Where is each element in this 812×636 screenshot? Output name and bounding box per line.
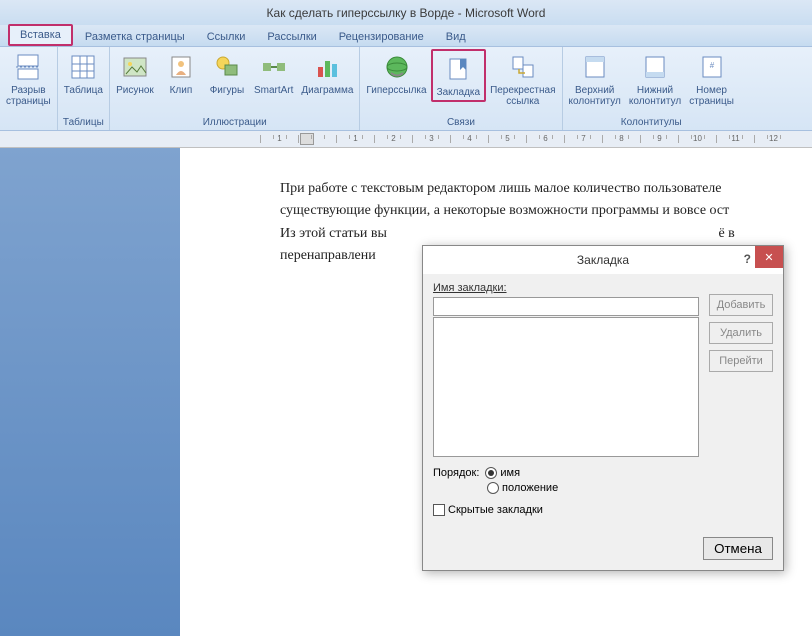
header-button[interactable]: Верхний колонтитул — [565, 49, 625, 109]
bookmark-name-label: Имя закладки: — [433, 282, 773, 294]
cancel-button[interactable]: Отмена — [703, 537, 773, 560]
order-position-radio[interactable]: положение — [487, 482, 558, 494]
ribbon: Разрыв страницы Таблица Таблицы Рисунок … — [0, 47, 812, 131]
bookmark-list[interactable] — [433, 317, 699, 457]
page-break-button[interactable]: Разрыв страницы — [2, 49, 55, 109]
close-button[interactable]: ✕ — [755, 246, 783, 268]
footer-button[interactable]: Нижний колонтитул — [625, 49, 685, 109]
checkbox-icon — [433, 504, 445, 516]
bookmark-name-input[interactable] — [433, 297, 699, 316]
group-pagebreak: Разрыв страницы — [0, 47, 58, 130]
group-illustrations: Рисунок Клип Фигуры SmartArt Диаграмма И… — [110, 47, 360, 130]
clip-button[interactable]: Клип — [158, 49, 204, 98]
table-button[interactable]: Таблица — [60, 49, 107, 98]
smartart-button[interactable]: SmartArt — [250, 49, 297, 98]
shapes-icon — [211, 51, 243, 83]
group-tables: Таблица Таблицы — [58, 47, 110, 130]
titlebar: Как сделать гиперссылку в Ворде - Micros… — [0, 0, 812, 25]
order-label: Порядок: — [433, 467, 479, 479]
group-headerfooter: Верхний колонтитул Нижний колонтитул # Н… — [563, 47, 740, 130]
add-button[interactable]: Добавить — [709, 294, 773, 316]
header-icon — [579, 51, 611, 83]
chart-button[interactable]: Диаграмма — [297, 49, 357, 98]
radio-icon — [485, 467, 497, 479]
crossref-button[interactable]: Перекрестная ссылка — [486, 49, 559, 109]
table-icon — [67, 51, 99, 83]
picture-button[interactable]: Рисунок — [112, 49, 158, 98]
page-break-icon — [12, 51, 44, 83]
tab-review[interactable]: Рецензирование — [329, 28, 434, 46]
shapes-button[interactable]: Фигуры — [204, 49, 250, 98]
tab-references[interactable]: Ссылки — [197, 28, 256, 46]
horizontal-ruler[interactable]: 1 1 2 3 4 5 6 7 8 9 10 11 12 — [0, 131, 812, 148]
order-name-radio[interactable]: имя — [485, 467, 520, 479]
navigation-pane[interactable] — [0, 148, 180, 636]
radio-icon — [487, 482, 499, 494]
tab-page-layout[interactable]: Разметка страницы — [75, 28, 195, 46]
bookmark-icon — [442, 53, 474, 85]
sort-order-row: Порядок: имя — [433, 467, 773, 479]
picture-icon — [119, 51, 151, 83]
pagenum-button[interactable]: # Номер страницы — [685, 49, 738, 109]
tab-view[interactable]: Вид — [436, 28, 476, 46]
footer-icon — [639, 51, 671, 83]
window-title: Как сделать гиперссылку в Ворде - Micros… — [267, 6, 546, 20]
crossref-icon — [507, 51, 539, 83]
tab-insert[interactable]: Вставка — [8, 24, 73, 46]
hidden-bookmarks-checkbox[interactable]: Скрытые закладки — [433, 504, 543, 516]
pagenum-icon: # — [696, 51, 728, 83]
dialog-titlebar[interactable]: Закладка ? ✕ — [423, 246, 783, 274]
dialog-title-text: Закладка — [577, 253, 629, 267]
ribbon-tabs: Вставка Разметка страницы Ссылки Рассылк… — [0, 25, 812, 47]
tab-mailings[interactable]: Рассылки — [257, 28, 326, 46]
bookmark-button[interactable]: Закладка — [431, 49, 486, 102]
delete-button[interactable]: Удалить — [709, 322, 773, 344]
bookmark-dialog: Закладка ? ✕ Имя закладки: Порядок: имя … — [422, 245, 784, 571]
svg-text:#: # — [709, 61, 714, 70]
smartart-icon — [258, 51, 290, 83]
help-button[interactable]: ? — [744, 252, 751, 266]
clip-icon — [165, 51, 197, 83]
hyperlink-icon — [381, 51, 413, 83]
hyperlink-button[interactable]: Гиперссылка — [362, 49, 430, 98]
group-links: Гиперссылка Закладка Перекрестная ссылка… — [360, 47, 562, 130]
goto-button[interactable]: Перейти — [709, 350, 773, 372]
chart-icon — [311, 51, 343, 83]
